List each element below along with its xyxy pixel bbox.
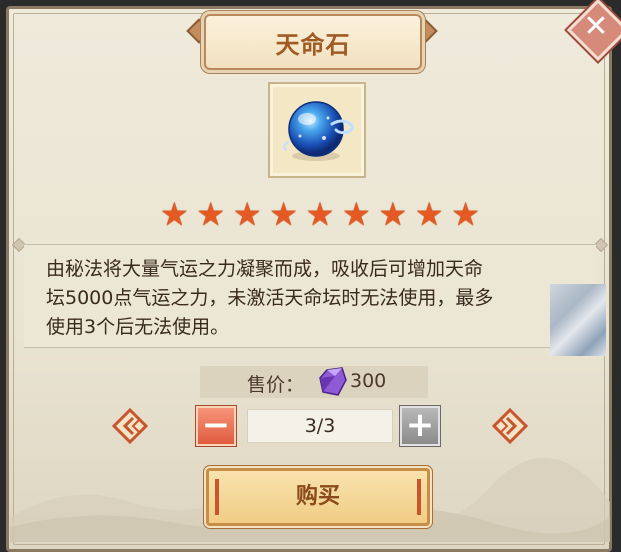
blue-orb-icon (283, 101, 355, 161)
decrease-quantity-button[interactable]: − (196, 406, 236, 446)
close-icon[interactable]: ✕ (577, 11, 615, 43)
star-icon: ★ (269, 195, 298, 233)
dialog-title: 天命石 (275, 29, 351, 59)
purple-gem-icon (319, 367, 347, 396)
star-icon: ★ (232, 195, 262, 233)
price-value: 300 (350, 370, 387, 392)
item-description-box: 由秘法将大量气运之力凝聚而成，吸收后可增加天命 坛5000点气运之力，未激活天命… (24, 244, 596, 348)
buy-button[interactable]: 购买 (206, 468, 430, 526)
star-icon: ★ (378, 195, 408, 233)
item-icon-frame (268, 82, 366, 178)
star-icon: ★ (160, 195, 189, 233)
star-icon: ★ (451, 195, 480, 233)
star-icon: ★ (196, 195, 226, 233)
description-line: 坛5000点气运之力，未激活天命坛时无法使用，最多 (46, 287, 494, 309)
star-icon: ★ (342, 195, 371, 233)
plus-icon: + (405, 405, 435, 445)
buy-button-label: 购买 (295, 484, 340, 509)
description-line: 由秘法将大量气运之力凝聚而成，吸收后可增加天命 (46, 258, 484, 280)
description-line: 使用3个后无法使用。 (46, 316, 230, 338)
price-label: 售价： (247, 374, 305, 396)
mosaic-blur (550, 284, 606, 356)
price-bar: 售价： 300 (200, 366, 428, 398)
star-icon: ★ (414, 195, 444, 233)
title-plate: 天命石 (204, 14, 422, 70)
item-description: 由秘法将大量气运之力凝聚而成，吸收后可增加天命 坛5000点气运之力，未激活天命… (46, 255, 594, 342)
minus-icon: − (201, 405, 231, 445)
next-arrow-icon[interactable] (492, 408, 528, 444)
increase-quantity-button[interactable]: + (400, 406, 440, 446)
star-icon: ★ (305, 195, 335, 233)
star-rating: ★ ★ ★ ★ ★ ★ ★ ★ ★ (160, 196, 480, 232)
quantity-display[interactable]: 3/3 (247, 409, 393, 443)
prev-arrow-icon[interactable] (112, 408, 148, 444)
